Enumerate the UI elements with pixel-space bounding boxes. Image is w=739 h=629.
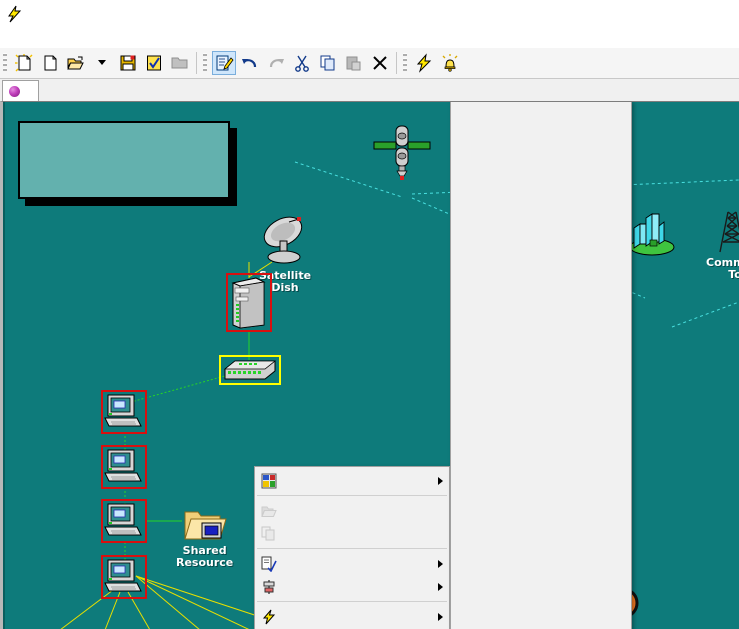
satellite-dish-icon <box>255 207 315 269</box>
open-button[interactable] <box>64 51 88 75</box>
context-menu-item-copy-address <box>255 522 449 545</box>
context-menu-separator <box>257 548 447 549</box>
map-node-workstation-1[interactable] <box>101 390 147 434</box>
menu-view[interactable] <box>40 36 56 39</box>
city-icon <box>626 210 678 256</box>
menu-scan[interactable] <box>88 36 104 39</box>
chevron-down-icon <box>97 54 107 72</box>
shared-folder-icon <box>182 506 228 544</box>
map-node-server[interactable] <box>226 273 272 332</box>
menu-help[interactable] <box>136 36 152 39</box>
title-bar <box>0 0 739 27</box>
network-map[interactable]: Satellite Dish Shared Resource Com T <box>3 102 739 629</box>
workstation-icon <box>101 499 147 543</box>
context-menu-item-ping-trace[interactable] <box>255 605 449 628</box>
toolbar-separator <box>196 52 197 74</box>
map-node-city[interactable] <box>626 210 678 257</box>
map-canvas-container[interactable]: Satellite Dish Shared Resource Com T <box>0 101 739 629</box>
map-node-satellite[interactable] <box>372 120 432 189</box>
tab-demo[interactable] <box>2 80 39 101</box>
map-node-shared-resource[interactable]: Shared Resource <box>176 506 233 569</box>
map-node-label: CommuniTo <box>706 256 739 281</box>
workstation-icon <box>101 445 147 489</box>
external-commands-icon <box>259 472 279 490</box>
toolbar-grip[interactable] <box>203 53 207 73</box>
toolbar-grip[interactable] <box>3 53 7 73</box>
menu-inventory[interactable] <box>120 36 136 39</box>
copy-button[interactable] <box>316 51 340 75</box>
edit-mode-button[interactable] <box>212 51 236 75</box>
map-node-communication-tower[interactable]: CommuniTo <box>706 206 739 281</box>
redo-button <box>264 51 288 75</box>
toolbar-separator <box>396 52 397 74</box>
demonstration-map-banner <box>18 121 230 199</box>
hub-icon <box>219 355 281 385</box>
menu-bar <box>0 27 739 48</box>
submenu-arrow-icon <box>438 559 443 568</box>
ping-button[interactable] <box>412 51 436 75</box>
context-menu-separator <box>257 495 447 496</box>
context-menu-item-edit[interactable] <box>255 552 449 575</box>
delete-button[interactable] <box>368 51 392 75</box>
save-button[interactable] <box>116 51 140 75</box>
edit-pencil-icon <box>259 555 279 573</box>
map-node-label: Shared Resource <box>176 544 234 569</box>
map-node-workstation-4[interactable] <box>101 555 147 599</box>
map-node-workstation-3[interactable] <box>101 499 147 543</box>
tab-strip <box>0 79 739 101</box>
undo-button[interactable] <box>238 51 262 75</box>
menu-notification[interactable] <box>72 36 88 39</box>
align-icon <box>259 578 279 596</box>
cut-button[interactable] <box>290 51 314 75</box>
context-menu-item-open <box>255 499 449 522</box>
map-node-workstation-2[interactable] <box>101 445 147 489</box>
workstation-icon <box>101 555 147 599</box>
lightning-bolt-icon <box>259 608 279 626</box>
lightning-bolt-icon <box>5 4 25 24</box>
workstation-icon <box>101 390 147 434</box>
context-menu-separator <box>257 601 447 602</box>
submenu-arrow-icon <box>438 582 443 591</box>
copy-icon <box>259 525 279 543</box>
notification-button[interactable] <box>438 51 462 75</box>
menu-fwatcher[interactable] <box>104 36 120 39</box>
device-context-menu[interactable] <box>254 466 450 629</box>
open-folder-icon <box>259 502 279 520</box>
new-map-button[interactable] <box>12 51 36 75</box>
application-window: Satellite Dish Shared Resource Com T <box>0 0 739 629</box>
menu-file[interactable] <box>8 36 24 39</box>
satellite-icon <box>372 120 432 188</box>
checklist-button[interactable] <box>142 51 166 75</box>
purple-sphere-icon <box>9 85 20 97</box>
open-dropdown-button[interactable] <box>90 51 114 75</box>
menu-edit[interactable] <box>24 36 40 39</box>
context-menu-item-align[interactable] <box>255 575 449 598</box>
new-document-button[interactable] <box>38 51 62 75</box>
paste-button <box>342 51 366 75</box>
set-device-type-submenu[interactable] <box>450 102 632 629</box>
toolbar-grip[interactable] <box>403 53 407 73</box>
submenu-arrow-icon <box>438 612 443 621</box>
communication-tower-icon <box>710 206 739 256</box>
toolbar <box>0 48 739 79</box>
map-node-hub[interactable] <box>219 355 281 385</box>
menu-ping[interactable] <box>56 36 72 39</box>
context-menu-item-external-commands[interactable] <box>255 469 449 492</box>
submenu-arrow-icon <box>438 476 443 485</box>
server-tower-icon <box>226 273 272 332</box>
grey-folder-button <box>168 51 192 75</box>
